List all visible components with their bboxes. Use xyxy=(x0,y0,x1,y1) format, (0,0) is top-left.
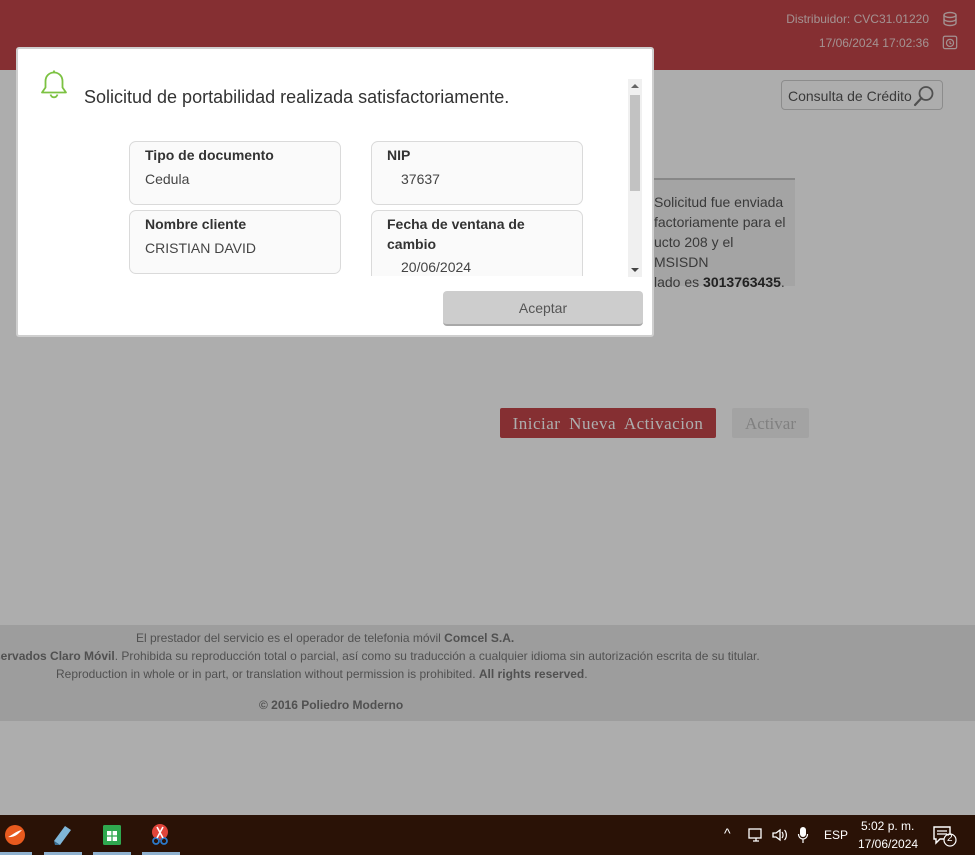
notification-center-icon[interactable] xyxy=(932,825,958,847)
portability-dialog: Solicitud de portabilidad realizada sati… xyxy=(16,47,654,337)
field-value: 37637 xyxy=(401,171,440,187)
snipping-tool-icon[interactable] xyxy=(148,823,172,847)
field-label: Fecha de ventana de cambio xyxy=(387,216,525,252)
app-launcher-icon[interactable] xyxy=(3,823,27,847)
clock-time[interactable]: 5:02 p. m. xyxy=(861,819,914,833)
dialog-scrollbar[interactable] xyxy=(628,79,642,277)
scroll-mask xyxy=(118,277,623,289)
field-value: Cedula xyxy=(145,171,190,187)
field-value: CRISTIAN DAVID xyxy=(145,240,256,256)
volume-icon[interactable] xyxy=(771,827,789,843)
notification-count-badge: 2 xyxy=(947,833,953,844)
taskbar: ^ ESP 5:02 p. m. 17/06/2024 2 xyxy=(0,815,975,855)
spreadsheet-app-icon[interactable] xyxy=(100,823,124,847)
dialog-title: Solicitud de portabilidad realizada sati… xyxy=(84,87,510,107)
scroll-up-arrow-icon[interactable] xyxy=(631,84,639,88)
scrollbar-thumb[interactable] xyxy=(630,95,640,191)
scroll-down-arrow-icon[interactable] xyxy=(631,268,639,272)
microphone-icon[interactable] xyxy=(797,826,809,844)
accept-button[interactable]: Aceptar xyxy=(443,291,643,326)
field-client-name: Nombre cliente CRISTIAN DAVID xyxy=(129,210,341,274)
clock-date[interactable]: 17/06/2024 xyxy=(858,837,918,851)
input-language[interactable]: ESP xyxy=(824,828,848,842)
field-value: 20/06/2024 xyxy=(401,259,472,275)
field-label: Tipo de documento xyxy=(145,147,274,163)
field-label: Nombre cliente xyxy=(145,216,247,232)
field-nip: NIP 37637 xyxy=(371,141,583,205)
network-icon[interactable] xyxy=(748,827,764,843)
show-hidden-icons-chevron-icon[interactable]: ^ xyxy=(724,825,731,841)
bell-icon xyxy=(41,70,67,99)
field-document-type: Tipo de documento Cedula xyxy=(129,141,341,205)
notes-app-icon[interactable] xyxy=(50,823,74,847)
field-label: NIP xyxy=(387,147,411,163)
field-change-window-date: Fecha de ventana de cambio 20/06/2024 xyxy=(371,210,583,276)
